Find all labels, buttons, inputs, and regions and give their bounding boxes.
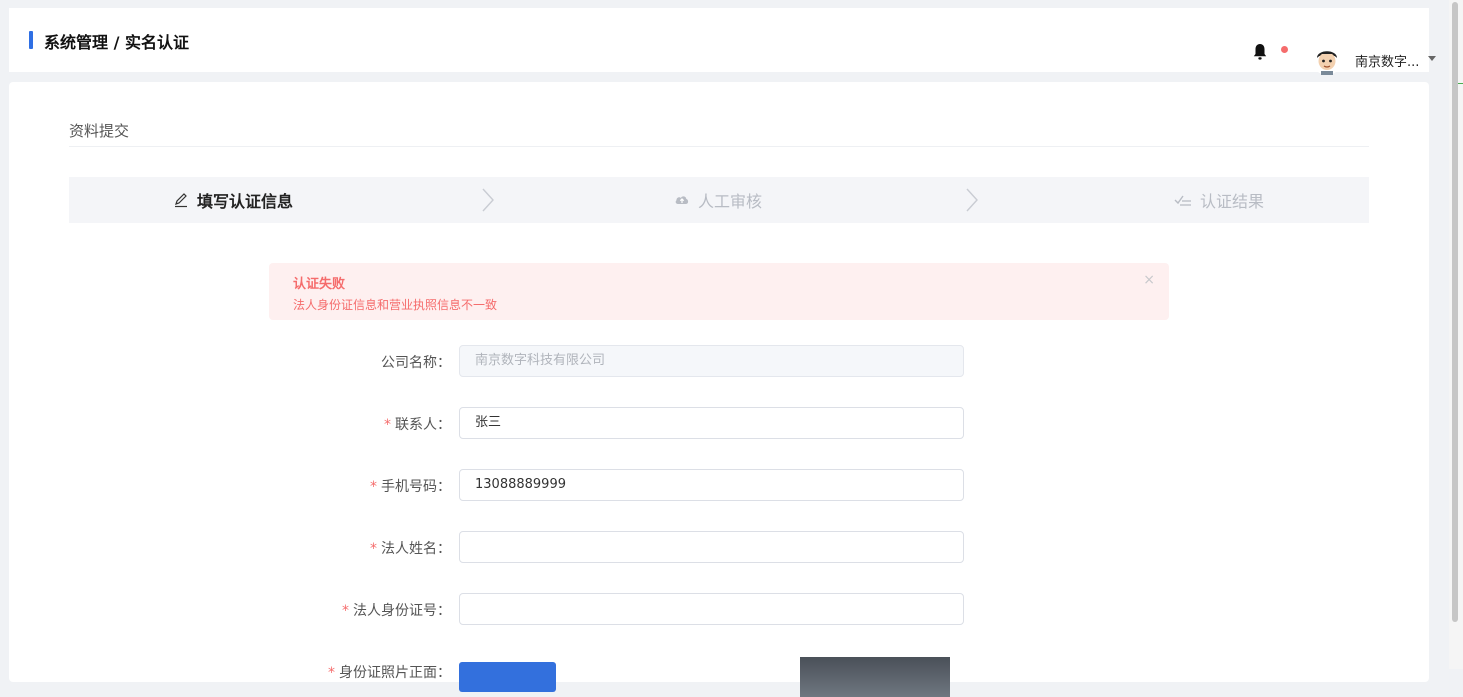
step-manual-review: 人工审核 — [674, 177, 762, 223]
close-icon[interactable]: × — [1143, 272, 1155, 288]
caret-down-icon[interactable] — [1428, 56, 1436, 61]
check-list-icon — [1174, 195, 1191, 206]
contact-label: * 联系人： — [384, 417, 451, 433]
form-row-company: 公司名称： 南京数字科技有限公司 — [9, 345, 1429, 377]
required-mark: * — [328, 665, 335, 681]
breadcrumb: 系统管理 / 实名认证 — [44, 33, 189, 52]
step-label: 填写认证信息 — [197, 192, 294, 211]
company-name-field: 南京数字科技有限公司 — [459, 345, 964, 377]
step-label: 人工审核 — [698, 192, 763, 211]
form-row-contact: * 联系人： 张三 — [9, 407, 1429, 439]
user-name[interactable]: 南京数字... — [1355, 51, 1419, 70]
legal-name-field[interactable] — [459, 531, 964, 563]
phone-label: * 手机号码： — [370, 479, 451, 495]
required-mark: * — [370, 479, 377, 495]
form-row-id-photo: * 身份证照片正面： — [9, 655, 1429, 687]
error-alert: 认证失败 法人身份证信息和营业执照信息不一致 × — [269, 263, 1169, 320]
alert-title: 认证失败 — [293, 277, 346, 292]
step-fill-info: 填写认证信息 — [173, 177, 293, 223]
alert-description: 法人身份证信息和营业执照信息不一致 — [293, 298, 498, 312]
scrollbar-thumb[interactable] — [1452, 2, 1458, 622]
main-card: 资料提交 填写认证信息 人工审核 认证结果 认证失败 法人身份证信息和营业执照信… — [9, 82, 1429, 697]
id-photo-preview — [800, 657, 950, 697]
chevron-right-icon — [966, 188, 978, 212]
form-row-legal-name: * 法人姓名： — [9, 531, 1429, 563]
phone-field[interactable]: 13088889999 — [459, 469, 964, 501]
required-mark: * — [370, 541, 377, 557]
cloud-upload-icon — [675, 196, 689, 204]
section-title: 资料提交 — [69, 122, 130, 140]
contact-field[interactable]: 张三 — [459, 407, 964, 439]
steps-bar: 填写认证信息 人工审核 认证结果 — [69, 177, 1369, 223]
required-mark: * — [342, 603, 349, 619]
id-photo-label: * 身份证照片正面： — [328, 665, 451, 681]
company-name-label: 公司名称： — [381, 355, 451, 371]
legal-id-label: * 法人身份证号： — [342, 603, 451, 619]
chevron-right-icon — [482, 188, 494, 212]
step-label: 认证结果 — [1200, 192, 1265, 211]
edge-marker — [1458, 83, 1463, 84]
form-row-phone: * 手机号码： 13088889999 — [9, 469, 1429, 501]
top-header: 系统管理 / 实名认证 — [9, 8, 1429, 72]
legal-name-label: * 法人姓名： — [370, 541, 451, 557]
title-accent-bar — [29, 31, 33, 49]
notification-dot — [1281, 46, 1288, 53]
legal-id-field[interactable] — [459, 593, 964, 625]
required-mark: * — [384, 417, 391, 433]
upload-button[interactable] — [459, 662, 556, 692]
form-row-legal-id: * 法人身份证号： — [9, 593, 1429, 625]
scrollbar[interactable] — [1449, 0, 1463, 669]
bell-icon[interactable] — [1252, 43, 1268, 61]
edit-icon — [175, 193, 187, 208]
step-result: 认证结果 — [1174, 177, 1264, 223]
avatar[interactable] — [1312, 45, 1342, 75]
section-divider — [69, 146, 1369, 147]
